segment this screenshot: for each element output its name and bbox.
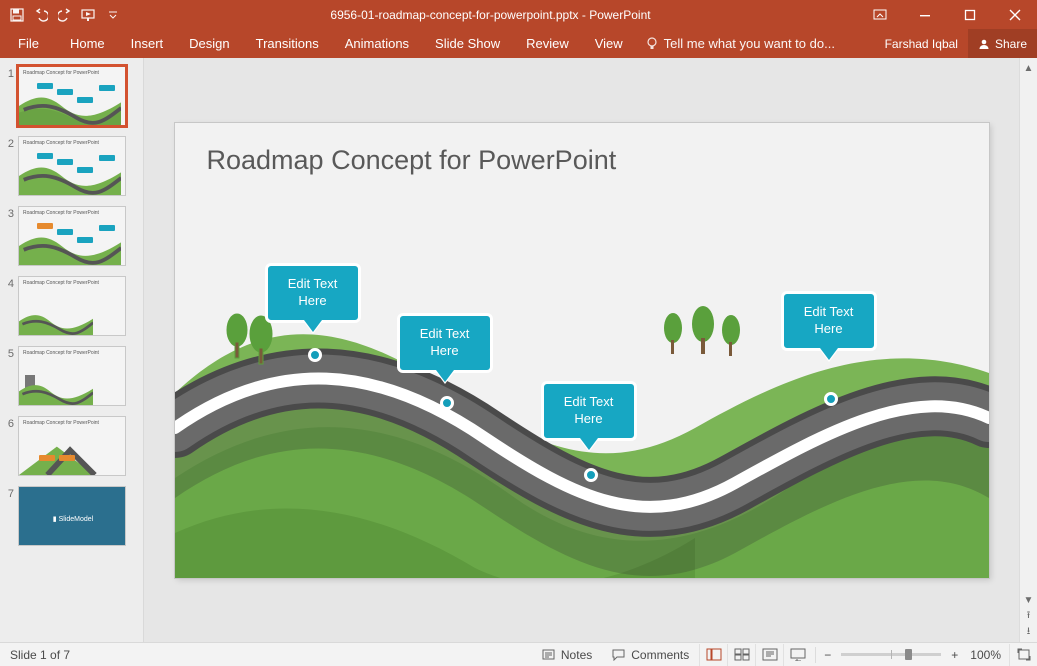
thumbnail-row: 4 Roadmap Concept for PowerPoint: [4, 276, 143, 336]
share-button[interactable]: Share: [968, 29, 1037, 58]
tab-transitions[interactable]: Transitions: [243, 29, 332, 58]
window-title: 6956-01-roadmap-concept-for-powerpoint.p…: [124, 8, 857, 22]
svg-text:▮ SlideModel: ▮ SlideModel: [53, 516, 94, 523]
thumbnail-row: 5 Roadmap Concept for PowerPoint: [4, 346, 143, 406]
notes-icon: [542, 649, 555, 661]
tab-design[interactable]: Design: [176, 29, 242, 58]
thumbnail-slide-5[interactable]: Roadmap Concept for PowerPoint: [18, 346, 126, 406]
thumbnail-number: 3: [4, 206, 14, 220]
thumbnail-number: 2: [4, 136, 14, 150]
workspace: 1 Roadmap Concept for PowerPoint 2 Roadm…: [0, 58, 1037, 642]
slide-canvas[interactable]: Roadmap Concept for PowerPoint: [175, 123, 989, 578]
thumbnail-row: 2 Roadmap Concept for PowerPoint: [4, 136, 143, 196]
zoom-slider[interactable]: [841, 653, 941, 656]
thumbnail-row: 1 Roadmap Concept for PowerPoint: [4, 66, 143, 126]
comments-button[interactable]: Comments: [602, 648, 699, 662]
thumbnail-slide-4[interactable]: Roadmap Concept for PowerPoint: [18, 276, 126, 336]
status-bar: Slide 1 of 7 Notes Comments − + 100%: [0, 642, 1037, 666]
undo-button[interactable]: [30, 4, 52, 26]
tab-home[interactable]: Home: [57, 29, 118, 58]
tab-view[interactable]: View: [582, 29, 636, 58]
next-slide-button[interactable]: ⭳: [1021, 624, 1037, 640]
marker-2[interactable]: [440, 396, 454, 410]
slide-title[interactable]: Roadmap Concept for PowerPoint: [207, 145, 617, 176]
quick-access-toolbar: [0, 4, 124, 26]
thumbnail-slide-2[interactable]: Roadmap Concept for PowerPoint: [18, 136, 126, 196]
thumbnail-number: 7: [4, 486, 14, 500]
start-from-beginning-button[interactable]: [78, 4, 100, 26]
thumbnail-slide-6[interactable]: Roadmap Concept for PowerPoint: [18, 416, 126, 476]
tab-file[interactable]: File: [0, 29, 57, 58]
thumbnail-row: 3 Roadmap Concept for PowerPoint: [4, 206, 143, 266]
zoom-slider-thumb[interactable]: [905, 649, 912, 660]
slide-editor-area[interactable]: Roadmap Concept for PowerPoint: [144, 58, 1019, 642]
zoom-percentage[interactable]: 100%: [962, 648, 1009, 662]
minimize-button[interactable]: [902, 0, 947, 29]
slideshow-view-button[interactable]: [783, 644, 811, 666]
user-name[interactable]: Farshad Iqbal: [875, 29, 968, 58]
callout-3[interactable]: Edit Text Here: [541, 381, 637, 441]
maximize-button[interactable]: [947, 0, 992, 29]
qat-customize-button[interactable]: [102, 4, 124, 26]
scroll-up-button[interactable]: ▲: [1021, 60, 1037, 76]
thumbnail-slide-1[interactable]: Roadmap Concept for PowerPoint: [18, 66, 126, 126]
slide-thumbnails-panel: 1 Roadmap Concept for PowerPoint 2 Roadm…: [0, 58, 144, 642]
zoom-in-button[interactable]: +: [947, 648, 962, 662]
marker-3[interactable]: [584, 468, 598, 482]
tell-me-placeholder: Tell me what you want to do...: [664, 36, 835, 51]
save-button[interactable]: [6, 4, 28, 26]
thumbnail-slide-7[interactable]: ▮ SlideModel: [18, 486, 126, 546]
ribbon-tabs: File Home Insert Design Transitions Anim…: [0, 29, 1037, 58]
thumbnail-number: 6: [4, 416, 14, 430]
comments-icon: [612, 649, 625, 661]
window-controls: [857, 0, 1037, 29]
normal-view-button[interactable]: [699, 644, 727, 666]
scroll-down-button[interactable]: ▼: [1021, 592, 1037, 608]
tab-review[interactable]: Review: [513, 29, 582, 58]
tab-insert[interactable]: Insert: [118, 29, 177, 58]
ribbon-display-options-button[interactable]: [857, 0, 902, 29]
redo-button[interactable]: [54, 4, 76, 26]
reading-view-button[interactable]: [755, 644, 783, 666]
tab-animations[interactable]: Animations: [332, 29, 422, 58]
callout-4[interactable]: Edit Text Here: [781, 291, 877, 351]
lightbulb-icon: [646, 37, 658, 51]
tell-me-search[interactable]: Tell me what you want to do...: [636, 29, 835, 58]
tab-slide-show[interactable]: Slide Show: [422, 29, 513, 58]
callout-2[interactable]: Edit Text Here: [397, 313, 493, 373]
thumbnail-number: 5: [4, 346, 14, 360]
title-bar: 6956-01-roadmap-concept-for-powerpoint.p…: [0, 0, 1037, 29]
notes-button[interactable]: Notes: [532, 648, 602, 662]
thumbnail-number: 4: [4, 276, 14, 290]
vertical-scrollbar[interactable]: ▲ ▼ ⭱ ⭳: [1019, 58, 1037, 642]
app-window: 6956-01-roadmap-concept-for-powerpoint.p…: [0, 0, 1037, 666]
callout-1[interactable]: Edit Text Here: [265, 263, 361, 323]
person-icon: [978, 38, 990, 50]
thumbnail-slide-3[interactable]: Roadmap Concept for PowerPoint: [18, 206, 126, 266]
thumbnail-row: 6 Roadmap Concept for PowerPoint: [4, 416, 143, 476]
share-label: Share: [995, 37, 1027, 51]
previous-slide-button[interactable]: ⭱: [1021, 608, 1037, 624]
fit-to-window-button[interactable]: [1009, 644, 1037, 666]
slide-sorter-view-button[interactable]: [727, 644, 755, 666]
thumbnail-number: 1: [4, 66, 14, 80]
marker-1[interactable]: [308, 348, 322, 362]
slide-counter[interactable]: Slide 1 of 7: [0, 648, 80, 662]
thumbnail-row: 7 ▮ SlideModel: [4, 486, 143, 546]
close-button[interactable]: [992, 0, 1037, 29]
marker-4[interactable]: [824, 392, 838, 406]
zoom-out-button[interactable]: −: [820, 648, 835, 662]
